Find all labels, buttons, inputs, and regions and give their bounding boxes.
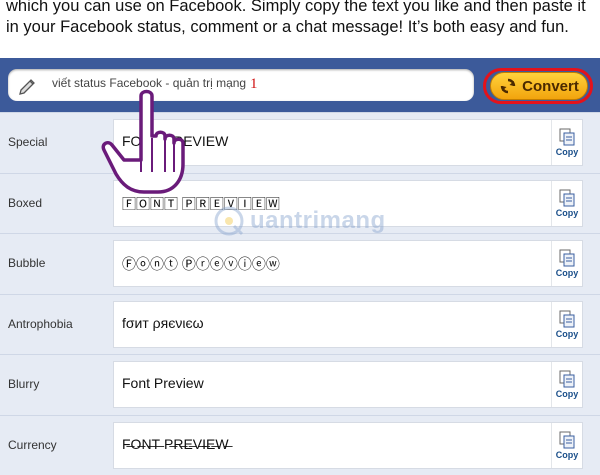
font-row-blurry: Blurry Font Preview Copy <box>0 354 600 415</box>
copy-icon <box>559 189 575 207</box>
watermark-text: uantrimang <box>250 207 386 235</box>
preview-text: F̶O̶N̶T̶ P̶R̶E̶V̶I̶E̶W̶ <box>122 436 229 452</box>
copy-button[interactable]: Copy <box>551 241 582 286</box>
preview-text: fσит ρяєνιєω <box>122 315 204 331</box>
watermark: uantrimang <box>212 204 386 238</box>
copy-button[interactable]: Copy <box>551 423 582 468</box>
refresh-icon <box>499 77 517 95</box>
font-row-special: Special FONT PREVIEW Copy <box>0 112 600 173</box>
font-name: Antrophobia <box>8 317 73 331</box>
pointing-hand-cursor-icon <box>96 88 196 198</box>
copy-label: Copy <box>556 329 579 339</box>
font-name: Boxed <box>8 196 42 210</box>
preview-text: Font Preview <box>122 375 204 391</box>
font-row-bubble: Bubble Ⓕⓞⓝⓣ Ⓟⓡⓔⓥⓘⓔⓦ Copy <box>0 233 600 294</box>
font-name: Special <box>8 135 47 149</box>
copy-label: Copy <box>556 389 579 399</box>
copy-label: Copy <box>556 450 579 460</box>
copy-label: Copy <box>556 147 579 157</box>
font-row-antrophobia: Antrophobia fσит ρяєνιєω Copy <box>0 294 600 355</box>
convert-label: Convert <box>522 78 579 95</box>
text-input[interactable]: viết status Facebook - quản trị mạng <box>8 69 474 101</box>
copy-button[interactable]: Copy <box>551 302 582 347</box>
copy-label: Copy <box>556 208 579 218</box>
copy-label: Copy <box>556 268 579 278</box>
font-name: Currency <box>8 438 57 452</box>
preview-box[interactable]: fσит ρяєνιєω Copy <box>113 301 583 348</box>
intro-text: which you can use on Facebook. Simply co… <box>6 0 596 38</box>
copy-icon <box>559 431 575 449</box>
font-list: Special FONT PREVIEW Copy Boxed 🄵🄾🄽🅃 🄿🅁🄴… <box>0 112 600 475</box>
font-name: Bubble <box>8 256 45 270</box>
font-row-currency: Currency F̶O̶N̶T̶ P̶R̶E̶V̶I̶E̶W̶ Copy <box>0 415 600 475</box>
copy-button[interactable]: Copy <box>551 120 582 165</box>
watermark-logo-icon <box>212 204 246 238</box>
copy-button[interactable]: Copy <box>551 181 582 226</box>
copy-icon <box>559 249 575 267</box>
pencil-icon <box>18 75 38 95</box>
copy-icon <box>559 128 575 146</box>
copy-button[interactable]: Copy <box>551 362 582 407</box>
convert-button[interactable]: Convert <box>490 72 588 100</box>
copy-icon <box>559 310 575 328</box>
step-marker-1: 1 <box>250 76 258 93</box>
font-name: Blurry <box>8 377 39 391</box>
preview-text: Ⓕⓞⓝⓣ Ⓟⓡⓔⓥⓘⓔⓦ <box>122 254 280 274</box>
preview-box[interactable]: F̶O̶N̶T̶ P̶R̶E̶V̶I̶E̶W̶ Copy <box>113 422 583 469</box>
preview-box[interactable]: Font Preview Copy <box>113 361 583 408</box>
copy-icon <box>559 370 575 388</box>
preview-box[interactable]: Ⓕⓞⓝⓣ Ⓟⓡⓔⓥⓘⓔⓦ Copy <box>113 240 583 287</box>
